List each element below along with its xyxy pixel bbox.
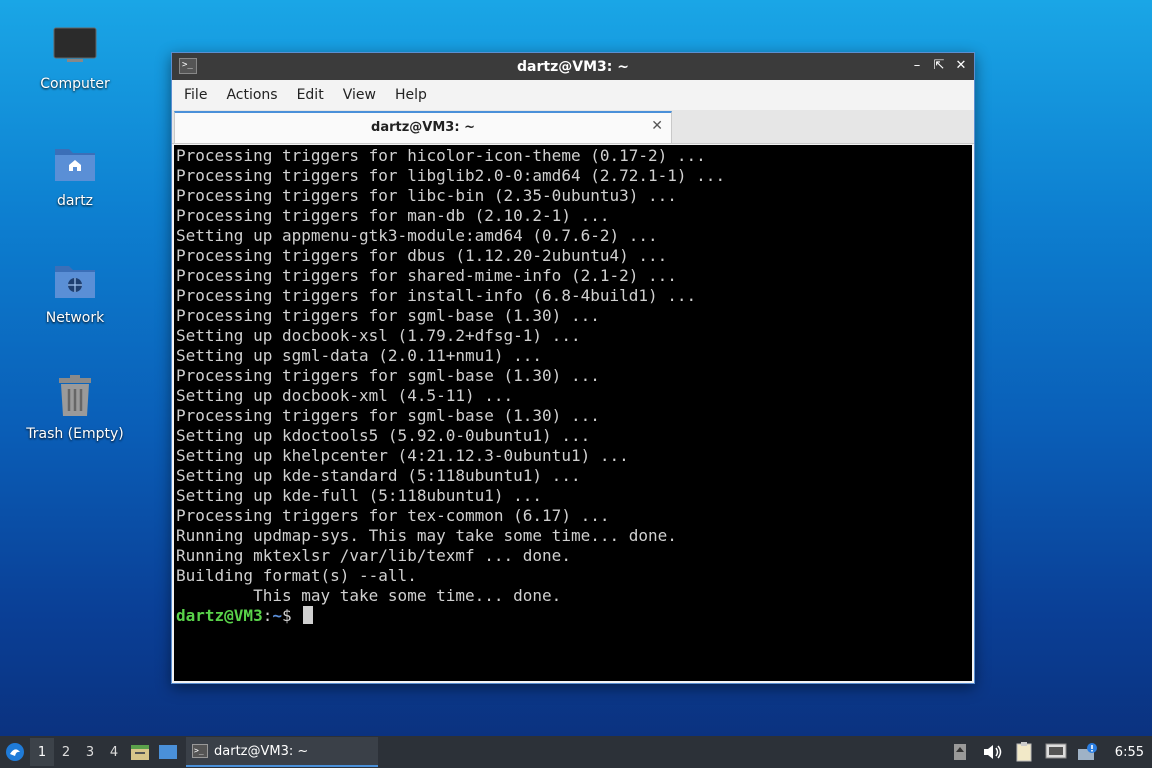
menu-actions[interactable]: Actions: [218, 87, 285, 103]
terminal-line: Processing triggers for sgml-base (1.30)…: [176, 406, 600, 425]
workspace-4[interactable]: 4: [102, 738, 126, 766]
terminal-line: Setting up khelpcenter (4:21.12.3-0ubunt…: [176, 446, 629, 465]
text-cursor: [303, 606, 314, 624]
terminal-line: Processing triggers for libc-bin (2.35-0…: [176, 186, 677, 205]
prompt-user: dartz@VM3: [176, 606, 263, 625]
taskbar: 1 2 3 4 >_ dartz@VM3: ~ 6:55: [0, 736, 1152, 768]
file-manager-launcher-icon[interactable]: [126, 738, 154, 766]
keyboard-indicator-icon[interactable]: [947, 739, 973, 765]
desktop-icon-network[interactable]: Network: [20, 256, 130, 326]
menu-edit[interactable]: Edit: [289, 87, 332, 103]
terminal-line: Setting up kde-standard (5:118ubuntu1) .…: [176, 466, 581, 485]
home-folder-icon: [51, 139, 99, 187]
terminal-line: Building format(s) --all.: [176, 566, 417, 585]
menu-help[interactable]: Help: [387, 87, 435, 103]
desktop-icon-label: dartz: [56, 193, 94, 209]
desktop-icon-label: Network: [45, 310, 105, 326]
desktop-icon-label: Computer: [40, 76, 110, 92]
clipboard-icon[interactable]: [1011, 739, 1037, 765]
minimize-button[interactable]: –: [910, 57, 924, 75]
terminal-line: Processing triggers for libglib2.0-0:amd…: [176, 166, 726, 185]
terminal-line: Setting up appmenu-gtk3-module:amd64 (0.…: [176, 226, 658, 245]
terminal-line: Setting up kdoctools5 (5.92.0-0ubuntu1) …: [176, 426, 591, 445]
terminal-line: Setting up kde-full (5:118ubuntu1) ...: [176, 486, 543, 505]
terminal-line: Processing triggers for tex-common (6.17…: [176, 506, 610, 525]
desktop-icon-computer[interactable]: Computer: [20, 22, 130, 92]
clock[interactable]: 6:55: [1115, 745, 1144, 760]
terminal-line: Running updmap-sys. This may take some t…: [176, 526, 677, 545]
terminal-app-icon: >_: [179, 58, 197, 74]
prompt-separator: :: [262, 606, 273, 625]
workspace-3[interactable]: 3: [78, 738, 102, 766]
desktop-icon-label: Trash (Empty): [26, 426, 124, 442]
terminal-line: Setting up docbook-xml (4.5-11) ...: [176, 386, 514, 405]
terminal-prompt: dartz@VM3:~$: [176, 606, 972, 626]
tab-bar: dartz@VM3: ~ ✕: [172, 110, 974, 144]
prompt-path: ~: [272, 606, 282, 625]
show-desktop-icon[interactable]: [154, 738, 182, 766]
window-title: dartz@VM3: ~: [517, 58, 629, 75]
menu-view[interactable]: View: [335, 87, 384, 103]
system-tray: 6:55: [947, 736, 1152, 768]
terminal-line: Processing triggers for shared-mime-info…: [176, 266, 677, 285]
menu-file[interactable]: File: [176, 87, 215, 103]
close-button[interactable]: ✕: [954, 57, 968, 75]
menu-bar: File Actions Edit View Help: [172, 80, 974, 110]
terminal-line: This may take some time... done.: [176, 586, 562, 605]
terminal-line: Processing triggers for dbus (1.12.20-2u…: [176, 246, 668, 265]
desktop-icon-home[interactable]: dartz: [20, 139, 130, 209]
notification-icon[interactable]: [1075, 739, 1101, 765]
terminal-line: Processing triggers for sgml-base (1.30)…: [176, 306, 600, 325]
window-titlebar[interactable]: >_ dartz@VM3: ~ – ⇱ ✕: [172, 53, 974, 80]
terminal-task-icon: >_: [192, 744, 208, 758]
terminal-window: >_ dartz@VM3: ~ – ⇱ ✕ File Actions Edit …: [171, 52, 975, 684]
maximize-button[interactable]: ⇱: [932, 57, 946, 75]
terminal-tab[interactable]: dartz@VM3: ~ ✕: [174, 111, 672, 143]
trash-icon: [51, 372, 99, 420]
terminal-line: Setting up docbook-xsl (1.79.2+dfsg-1) .…: [176, 326, 581, 345]
tab-close-icon[interactable]: ✕: [651, 118, 663, 134]
terminal-line: Setting up sgml-data (2.0.11+nmu1) ...: [176, 346, 543, 365]
network-folder-icon: [51, 256, 99, 304]
prompt-symbol: $: [281, 606, 302, 625]
workspace-1[interactable]: 1: [30, 738, 54, 766]
terminal-line: Processing triggers for install-info (6.…: [176, 286, 697, 305]
computer-icon: [51, 22, 99, 70]
terminal-line: Processing triggers for hicolor-icon-the…: [176, 146, 706, 165]
tab-title: dartz@VM3: ~: [371, 120, 475, 135]
start-menu-icon[interactable]: [0, 736, 30, 768]
terminal-line: Running mktexlsr /var/lib/texmf ... done…: [176, 546, 571, 565]
network-status-icon[interactable]: [1043, 739, 1069, 765]
volume-icon[interactable]: [979, 739, 1005, 765]
terminal-line: Processing triggers for sgml-base (1.30)…: [176, 366, 600, 385]
workspace-2[interactable]: 2: [54, 738, 78, 766]
terminal-output[interactable]: Processing triggers for hicolor-icon-the…: [174, 145, 972, 681]
terminal-line: Processing triggers for man-db (2.10.2-1…: [176, 206, 610, 225]
task-label: dartz@VM3: ~: [214, 743, 309, 759]
desktop-icon-trash[interactable]: Trash (Empty): [20, 372, 130, 442]
taskbar-task-terminal[interactable]: >_ dartz@VM3: ~: [186, 737, 378, 767]
